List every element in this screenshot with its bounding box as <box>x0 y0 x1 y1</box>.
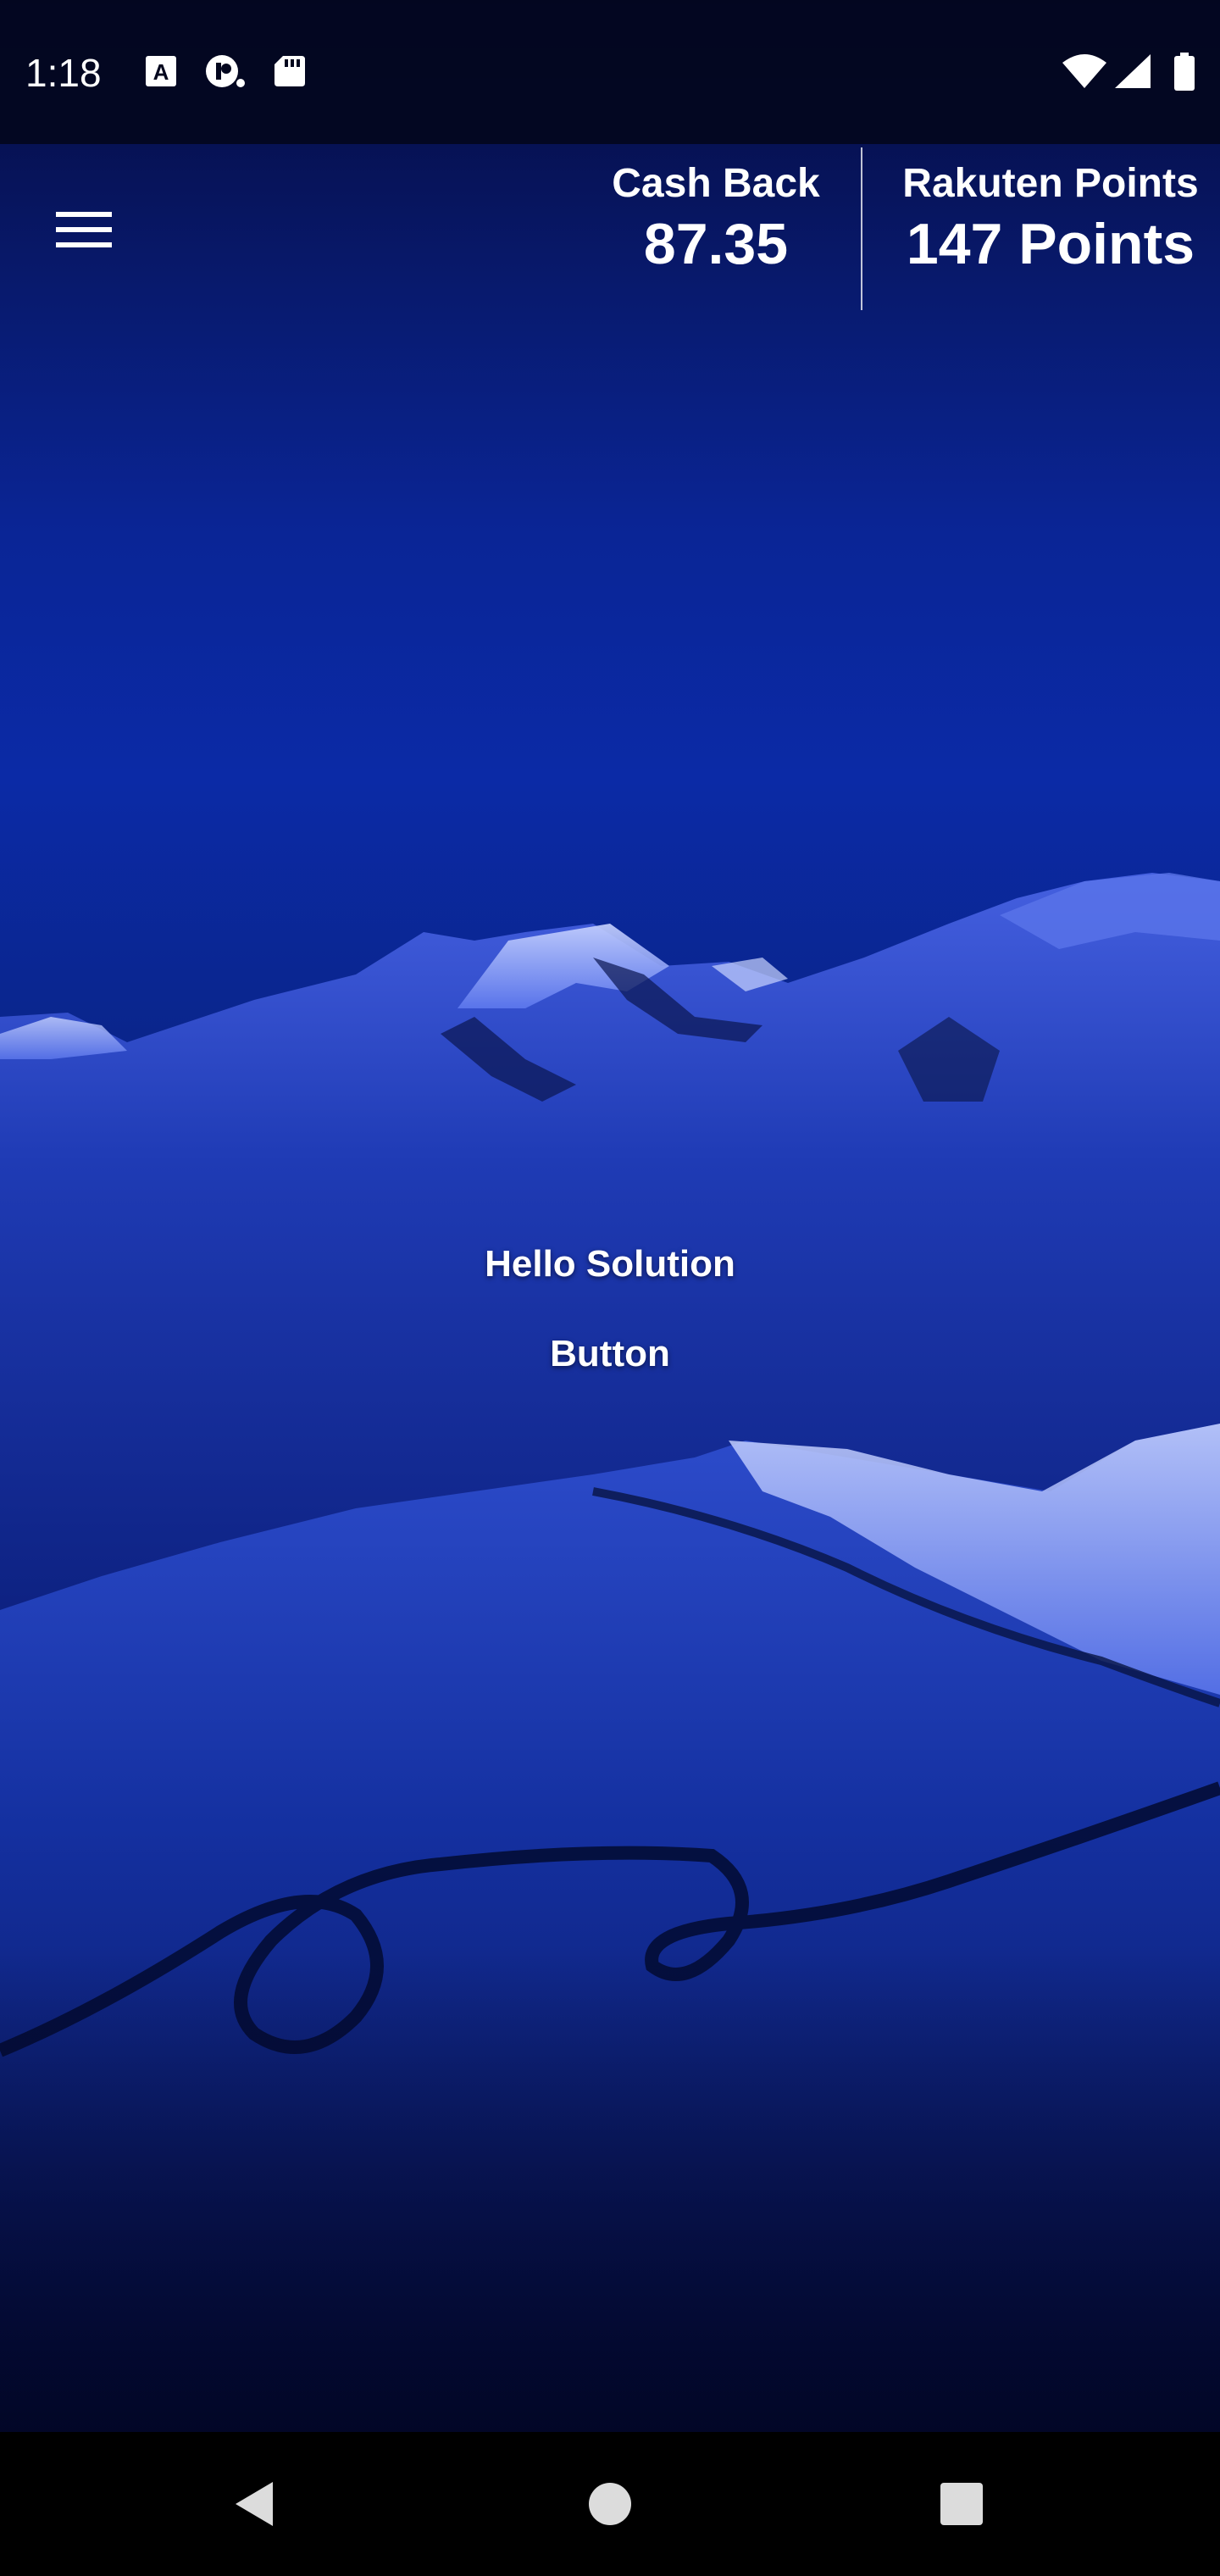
hamburger-menu-icon <box>56 212 112 247</box>
header-divider <box>861 147 862 310</box>
home-circle-icon <box>589 2483 631 2525</box>
status-bar: 1:18 A <box>0 0 1220 144</box>
background-mountain-image <box>0 873 1220 2432</box>
rakuten-points-label: Rakuten Points <box>902 161 1199 206</box>
text-a-icon: A <box>146 56 176 86</box>
status-time: 1:18 <box>25 51 102 95</box>
sd-card-icon <box>274 56 305 86</box>
cash-back-summary: Cash Back 87.35 <box>585 159 847 280</box>
greeting-text: Hello Solution <box>485 1243 735 1285</box>
battery-icon <box>1174 53 1195 91</box>
cash-back-value: 87.35 <box>643 212 789 276</box>
cash-back-label: Cash Back <box>612 161 820 206</box>
main-button[interactable]: Button <box>491 1330 729 1378</box>
hamburger-menu-button[interactable] <box>37 183 130 276</box>
wifi-icon <box>1062 54 1106 88</box>
cell-signal-icon <box>1115 54 1151 88</box>
back-button[interactable] <box>208 2457 301 2551</box>
recents-button[interactable] <box>915 2457 1008 2551</box>
app-header: Cash Back 87.35 Rakuten Points 147 Point… <box>0 144 1220 314</box>
rakuten-points-summary: Rakuten Points 147 Points <box>881 159 1220 280</box>
back-triangle-icon <box>236 2482 273 2526</box>
app-screen: 1:18 A Cash Back 87.35 Rakuten Points 14… <box>0 0 1220 2432</box>
rakuten-points-value: 147 Points <box>906 212 1195 276</box>
system-navigation-bar <box>0 2432 1220 2576</box>
circle-p-icon <box>206 55 245 87</box>
home-button[interactable] <box>563 2457 657 2551</box>
svg-text:A: A <box>153 59 169 85</box>
recents-square-icon <box>940 2483 983 2525</box>
